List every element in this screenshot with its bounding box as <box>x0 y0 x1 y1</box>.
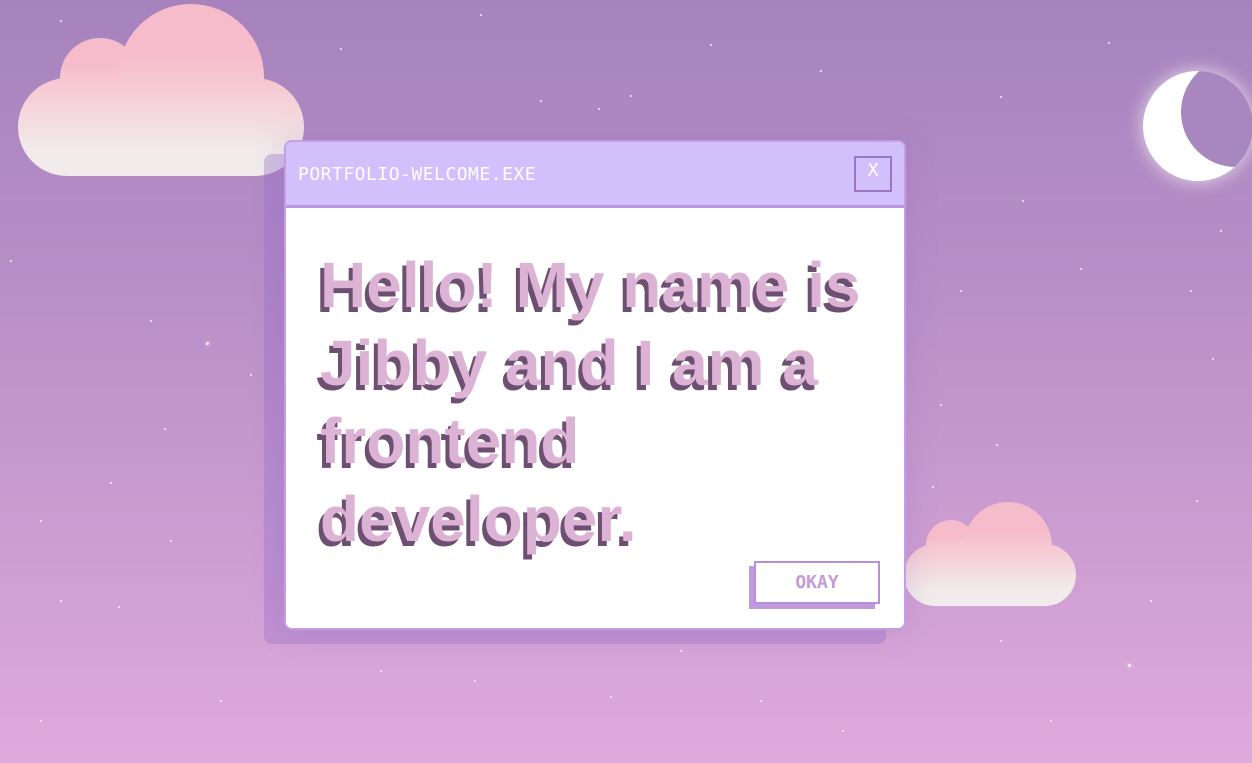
star <box>820 70 822 72</box>
star <box>1128 664 1131 667</box>
star <box>60 600 62 602</box>
star <box>40 720 42 722</box>
star <box>598 108 600 110</box>
okay-button[interactable]: OKAY <box>754 561 880 604</box>
star <box>40 520 42 522</box>
star <box>340 48 342 50</box>
star <box>760 700 762 702</box>
star <box>1000 96 1002 98</box>
star <box>1150 600 1152 602</box>
dialog-body: Hello! My name is Jibby and I am a front… <box>286 208 904 558</box>
star <box>680 650 682 652</box>
star <box>110 482 112 484</box>
star <box>1212 358 1214 360</box>
star <box>1022 200 1024 202</box>
star <box>10 260 12 262</box>
dialog-titlebar[interactable]: PORTFOLIO-WELCOME.EXE X <box>286 142 904 208</box>
dialog-title: PORTFOLIO-WELCOME.EXE <box>298 164 537 185</box>
star <box>206 342 209 345</box>
star <box>480 14 482 16</box>
star <box>842 730 844 732</box>
star <box>540 100 542 102</box>
star <box>1108 42 1110 44</box>
star <box>380 670 382 672</box>
star <box>1050 720 1052 722</box>
star <box>960 290 962 292</box>
star <box>940 404 942 406</box>
star <box>1080 268 1082 270</box>
star <box>1000 640 1002 642</box>
moon-shadow <box>1181 71 1252 167</box>
star <box>118 606 120 608</box>
star <box>474 680 476 682</box>
cloud-base <box>904 544 1076 606</box>
star <box>932 486 934 488</box>
star <box>610 696 612 698</box>
welcome-dialog: PORTFOLIO-WELCOME.EXE X Hello! My name i… <box>284 140 906 630</box>
cloud-icon <box>904 500 1079 610</box>
star <box>164 428 166 430</box>
cloud-icon <box>18 4 308 179</box>
star <box>630 95 632 97</box>
close-button[interactable]: X <box>854 156 892 192</box>
crescent-moon-icon <box>1143 71 1252 181</box>
star <box>1220 230 1222 232</box>
star <box>1196 500 1198 502</box>
cloud-base <box>18 78 304 176</box>
star <box>150 320 152 322</box>
star <box>710 44 712 46</box>
star <box>220 700 222 702</box>
star <box>250 374 252 376</box>
greeting-message: Hello! My name is Jibby and I am a front… <box>320 249 861 555</box>
star <box>170 540 172 542</box>
star <box>1190 290 1192 292</box>
star <box>996 444 998 446</box>
